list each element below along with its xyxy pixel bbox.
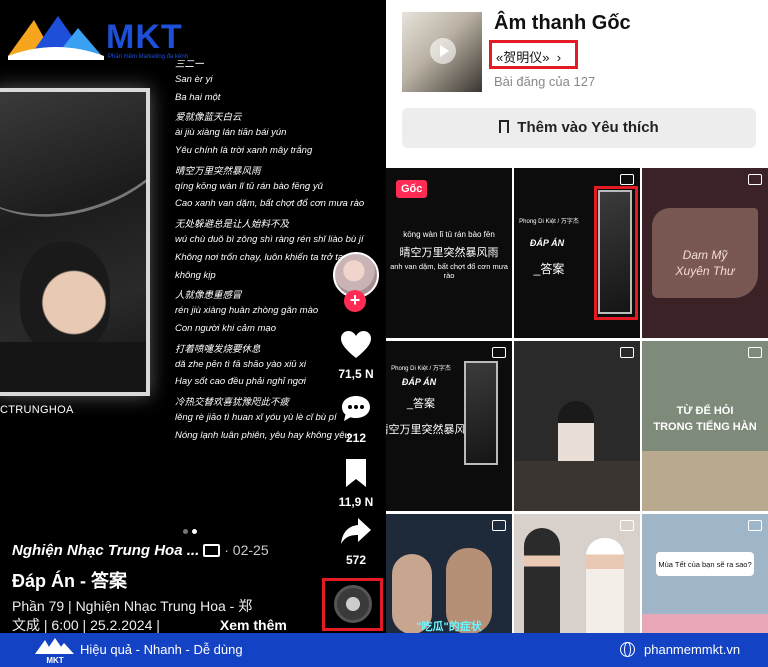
video-photo bbox=[0, 88, 150, 396]
description-line: 文成 | 6:00 | 25.2.2024 | bbox=[12, 617, 160, 633]
grid-video-tile[interactable] bbox=[514, 341, 640, 511]
description-line: Phần 79 | Nghiện Nhạc Trung Hoa - 郑 bbox=[12, 598, 253, 614]
grid-video-tile[interactable]: Phong Di Kiệt / 万字杰 ĐÁP ÁN _答案 晴空万里突然暴风雨 bbox=[386, 341, 512, 511]
tile-text: anh van dặm, bất chợt đổ cơn mưa rào bbox=[390, 262, 508, 280]
video-description: Phần 79 | Nghiện Nhạc Trung Hoa - 郑 文成 |… bbox=[12, 597, 312, 633]
lyrics-overlay: 三二一 San èr yi Ba hai một 爱就像蓝天白云 ài jiù … bbox=[175, 56, 375, 448]
comment-button[interactable]: 212 bbox=[330, 394, 382, 445]
sound-cover[interactable] bbox=[402, 12, 482, 92]
grid-video-tile[interactable]: Dam Mỹ Xuyên Thư bbox=[642, 168, 768, 338]
tile-text: Dam Mỹ bbox=[682, 248, 728, 262]
artist-highlight: «贺明仪» › bbox=[489, 40, 578, 69]
photo-mode-icon bbox=[620, 174, 634, 185]
globe-icon bbox=[620, 642, 635, 657]
video-info: Nghiện Nhạc Trung Hoa ... · 02-25 Đáp Án … bbox=[12, 542, 312, 633]
mkt-footer-logo: MKT bbox=[35, 638, 74, 664]
tile-photo bbox=[464, 361, 498, 465]
tile-text: TỪ ĐỂ HỎI bbox=[676, 405, 734, 417]
sound-title: Âm thanh Gốc bbox=[494, 12, 631, 34]
grid-video-tile[interactable]: "吃瓜"的症状 bbox=[386, 514, 512, 633]
chevron-right-icon: › bbox=[556, 50, 562, 65]
sound-artist[interactable]: «贺明仪» bbox=[496, 50, 549, 65]
photo-mode-icon bbox=[620, 520, 634, 531]
logo-brand: MKT bbox=[106, 18, 183, 56]
author-name[interactable]: Nghiện Nhạc Trung Hoa ... bbox=[12, 542, 199, 559]
lyric-line: Yêu chính là trời xanh mây trắng bbox=[175, 144, 313, 156]
video-player[interactable]: CTRUNGHOA MKT Phần mềm Marketing đa kênh… bbox=[0, 0, 386, 633]
lyric-line: ài jiù xiàng lán tiān bái yún bbox=[175, 127, 287, 139]
grid-video-tile[interactable]: Gốc kōng wàn lǐ tū rán bào fēn 晴空万里突然暴风雨… bbox=[386, 168, 512, 338]
see-more-link[interactable]: Xem thêm bbox=[220, 617, 287, 633]
tile-highlight bbox=[594, 186, 638, 320]
grid-video-tile[interactable] bbox=[514, 514, 640, 633]
photo-mode-icon bbox=[748, 520, 762, 531]
share-button[interactable]: 572 bbox=[330, 516, 382, 567]
sound-disc-icon[interactable] bbox=[334, 585, 372, 623]
share-count: 572 bbox=[345, 553, 367, 567]
footer-logo-text: MKT bbox=[46, 656, 63, 664]
follow-plus-icon[interactable]: + bbox=[344, 290, 366, 312]
lyric-line: 三二一 bbox=[175, 59, 204, 70]
lyric-line: rén jiù xiàng huàn zhòng gǎn mào bbox=[175, 305, 319, 317]
photo-mode-icon bbox=[748, 174, 762, 185]
lyric-line: Cao xanh van dặm, bất chợt đổ cơn mưa rà… bbox=[175, 198, 365, 210]
photo-mode-icon bbox=[203, 544, 221, 557]
video-grid: Gốc kōng wàn lǐ tū rán bào fēn 晴空万里突然暴风雨… bbox=[386, 168, 768, 633]
bookmark-icon bbox=[346, 459, 366, 487]
tile-text: TRONG TIẾNG HÀN bbox=[653, 421, 757, 433]
grid-video-tile[interactable]: Phong Di Kiệt / 万字杰 ĐÁP ÁN _答案 bbox=[514, 168, 640, 338]
photo-mode-icon bbox=[492, 520, 506, 531]
photo-mode-icon bbox=[620, 347, 634, 358]
brand-footer: MKT Hiệu quả - Nhanh - Dễ dùng phanmemmk… bbox=[0, 633, 768, 667]
tile-text: Mùa Tết của bạn sẽ ra sao? bbox=[658, 560, 752, 569]
add-favorite-label: Thêm vào Yêu thích bbox=[517, 119, 659, 136]
original-badge: Gốc bbox=[396, 180, 428, 198]
grid-video-tile[interactable]: TỪ ĐỂ HỎI TRONG TIẾNG HÀN bbox=[642, 341, 768, 511]
bookmark-icon bbox=[499, 120, 510, 137]
tile-text: "吃瓜"的症状 bbox=[416, 621, 482, 633]
lyric-line: 晴空万里突然暴风雨 bbox=[175, 165, 261, 177]
photo-caption: CTRUNGHOA bbox=[0, 404, 74, 416]
heart-icon bbox=[341, 331, 371, 358]
tile-text: kōng wàn lǐ tū rán bào fēn bbox=[403, 230, 495, 239]
carousel-dots bbox=[183, 521, 201, 539]
sound-disc-highlight bbox=[322, 578, 383, 631]
lyric-line: San èr yi bbox=[175, 73, 213, 85]
post-date: · 02-25 bbox=[224, 542, 269, 558]
tile-text: 晴空万里突然暴风雨 bbox=[399, 247, 499, 259]
photo-mode-icon bbox=[492, 347, 506, 358]
like-count: 71,5 N bbox=[338, 367, 374, 381]
photo-mode-icon bbox=[748, 347, 762, 358]
author-row[interactable]: Nghiện Nhạc Trung Hoa ... · 02-25 bbox=[12, 542, 312, 559]
comment-count: 212 bbox=[345, 431, 367, 445]
video-title: Đáp Án - 答案 bbox=[12, 571, 127, 591]
footer-slogan: Hiệu quả - Nhanh - Dễ dùng bbox=[80, 642, 243, 657]
footer-website[interactable]: phanmemmkt.vn bbox=[644, 642, 740, 657]
comment-icon bbox=[342, 396, 370, 421]
like-button[interactable]: 71,5 N bbox=[330, 330, 382, 381]
mkt-logo: MKT Phần mềm Marketing đa kênh bbox=[6, 12, 206, 62]
sound-artist-link[interactable]: «贺明仪» › bbox=[496, 47, 561, 66]
tile-text: Xuyên Thư bbox=[675, 264, 735, 278]
lyric-line: qíng kōng wàn lǐ tū rán bào fēng yǔ bbox=[175, 180, 323, 192]
play-icon[interactable] bbox=[430, 38, 456, 64]
lyric-line: 无处躲避总是让人始料不及 bbox=[175, 219, 290, 231]
lyric-line: 爱就像蓝天白云 bbox=[175, 112, 242, 124]
post-count: Bài đăng của 127 bbox=[494, 74, 596, 89]
add-favorite-button[interactable]: Thêm vào Yêu thích bbox=[402, 108, 756, 148]
save-count: 11,9 N bbox=[338, 495, 374, 509]
sound-page: Âm thanh Gốc «贺明仪» › Bài đăng của 127 Th… bbox=[386, 0, 768, 633]
lyric-line: wú chù duǒ bì zǒng shì ràng rén shǐ liào… bbox=[175, 233, 364, 245]
grid-video-tile[interactable]: Mùa Tết của bạn sẽ ra sao? bbox=[642, 514, 768, 633]
lyric-line: Ba hai một bbox=[175, 91, 221, 103]
share-arrow-icon bbox=[341, 518, 371, 544]
save-button[interactable]: 11,9 N bbox=[330, 458, 382, 509]
